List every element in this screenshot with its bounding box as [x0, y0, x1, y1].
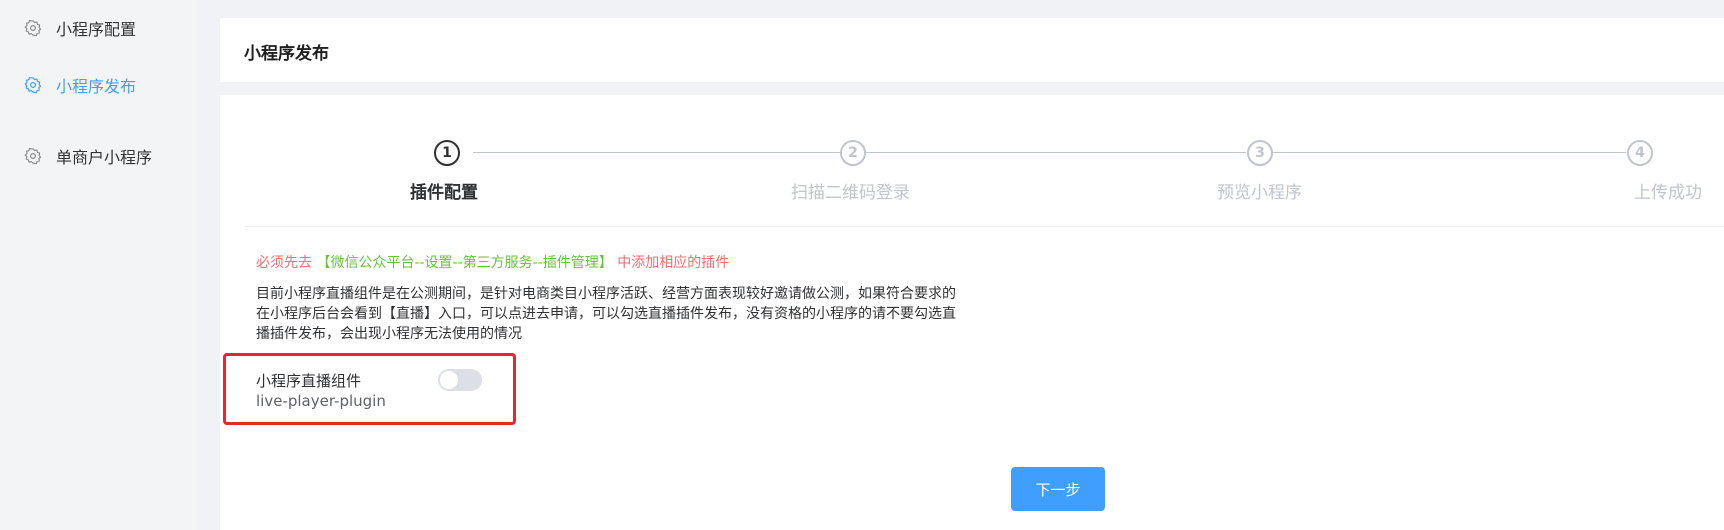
plugin-id: live-player-plugin — [256, 392, 386, 410]
step-3-number: 3 — [1247, 140, 1273, 166]
step-connector — [473, 152, 841, 153]
plugin-name: 小程序直播组件 — [256, 372, 362, 390]
step-connector — [866, 152, 1246, 153]
sidebar: 小程序配置 小程序发布 单商户小程序 — [0, 0, 198, 530]
sidebar-item-miniapp-publish[interactable]: 小程序发布 — [0, 57, 198, 113]
step-2-title: 扫描二维码登录 — [791, 183, 910, 203]
toggle-knob — [440, 371, 458, 389]
divider — [244, 226, 1724, 227]
sidebar-item-single-merchant[interactable]: 单商户小程序 — [0, 128, 198, 184]
notice-path: 【微信公众平台--设置--第三方服务--插件管理】 — [316, 255, 613, 271]
step-4-number: 4 — [1627, 140, 1653, 166]
step-connector — [1272, 152, 1626, 153]
step-1-number: 1 — [434, 140, 460, 166]
app-root: 小程序配置 小程序发布 单商户小程序 小程序发布 1 2 3 4 插件配置 扫描… — [0, 0, 1724, 530]
step-3-title: 预览小程序 — [1217, 183, 1302, 203]
step-4-title: 上传成功 — [1634, 183, 1702, 203]
live-plugin-toggle[interactable] — [438, 369, 482, 391]
notice-suffix: 中添加相应的插件 — [617, 255, 730, 271]
plugin-notice: 必须先去 【微信公众平台--设置--第三方服务--插件管理】 中添加相应的插件 — [256, 252, 729, 272]
step-1-title: 插件配置 — [410, 183, 478, 203]
page-title: 小程序发布 — [244, 44, 329, 64]
gear-icon — [24, 76, 42, 94]
gear-icon — [24, 19, 42, 37]
next-step-button[interactable]: 下一步 — [1011, 467, 1105, 511]
page-header: 小程序发布 — [220, 18, 1724, 82]
sidebar-item-label: 小程序配置 — [56, 20, 137, 39]
sidebar-item-miniapp-config[interactable]: 小程序配置 — [0, 0, 198, 56]
sidebar-item-label: 单商户小程序 — [56, 148, 153, 167]
notice-prefix: 必须先去 — [256, 255, 312, 271]
plugin-description: 目前小程序直播组件是在公测期间，是针对电商类目小程序活跃、经营方面表现较好邀请做… — [256, 286, 956, 342]
step-2-number: 2 — [840, 140, 866, 166]
sidebar-item-label: 小程序发布 — [56, 77, 137, 96]
gear-icon — [24, 147, 42, 165]
